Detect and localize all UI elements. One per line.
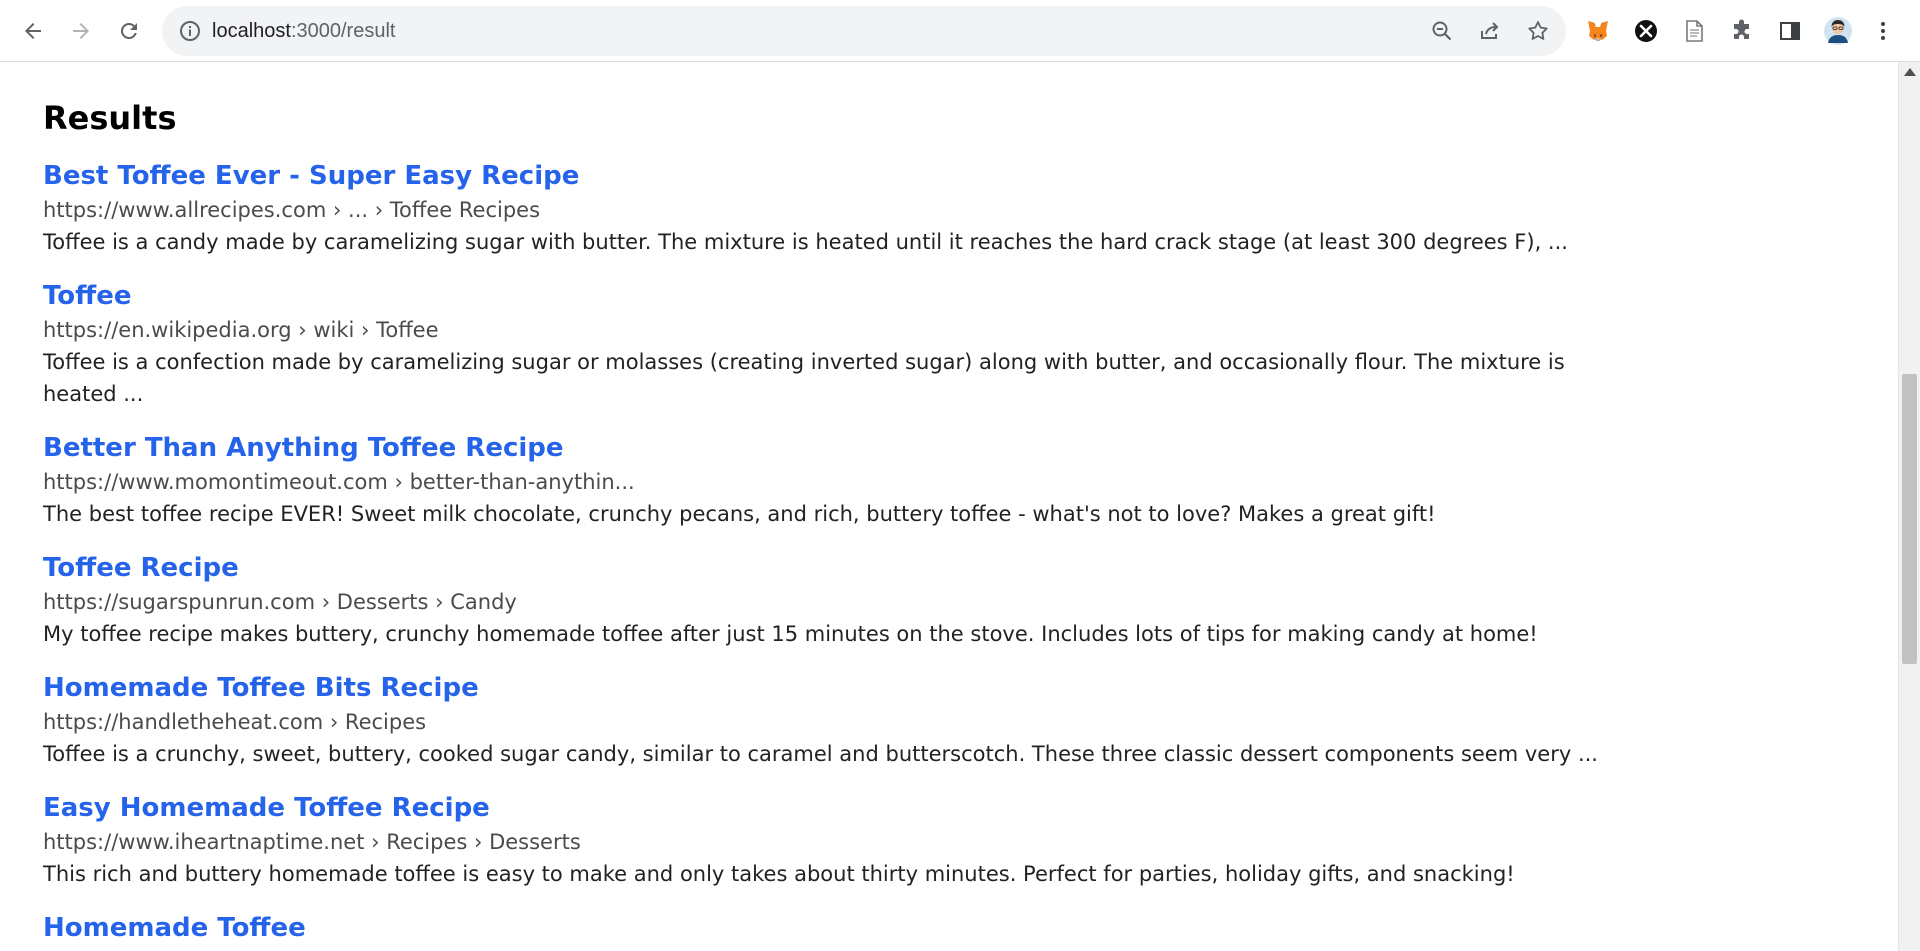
search-result: Easy Homemade Toffee Recipe https://www.i… <box>43 792 1603 890</box>
result-snippet: This rich and buttery homemade toffee is… <box>43 862 1515 886</box>
share-button[interactable] <box>1474 15 1506 47</box>
extensions-button[interactable] <box>1724 13 1760 49</box>
document-extension-icon <box>1686 20 1703 42</box>
result-snippet: Toffee is a confection made by carameliz… <box>43 350 1565 406</box>
vertical-scrollbar[interactable] <box>1898 62 1920 951</box>
result-snippet: Toffee is a candy made by caramelizing s… <box>43 230 1568 254</box>
result-title-link[interactable]: Toffee Recipe <box>43 552 1603 584</box>
more-menu-icon <box>1881 22 1885 40</box>
document-extension[interactable] <box>1676 13 1712 49</box>
url-path: :3000/result <box>290 20 396 42</box>
page-title: Results <box>43 99 177 137</box>
scroll-thumb[interactable] <box>1902 374 1917 664</box>
result-url: https://www.allrecipes.com › ... › Toffe… <box>43 198 541 222</box>
result-title-link[interactable]: Homemade Toffee <box>43 912 1603 944</box>
arrow-left-icon <box>25 23 41 39</box>
zoom-button[interactable] <box>1426 15 1458 47</box>
search-result: Best Toffee Ever - Super Easy Recipe http… <box>43 160 1603 258</box>
x-extension-icon <box>1635 20 1657 42</box>
result-url: https://handletheheat.com › Recipes <box>43 710 427 734</box>
search-result: Better Than Anything Toffee Recipe https:… <box>43 432 1603 530</box>
search-result: Homemade Toffee Bits Recipe https://handl… <box>43 672 1603 770</box>
more-menu-button[interactable] <box>1868 13 1898 49</box>
result-url: https://www.momontimeout.com › better-th… <box>43 470 635 494</box>
back-button[interactable] <box>14 12 52 50</box>
zoom-out-icon <box>1432 21 1452 41</box>
result-snippet: Toffee is a crunchy, sweet, buttery, coo… <box>43 742 1598 766</box>
result-snippet: The best toffee recipe EVER! Sweet milk … <box>43 502 1436 526</box>
result-url: https://www.iheartnaptime.net › Recipes … <box>43 830 581 854</box>
results-list: Best Toffee Ever - Super Easy Recipe http… <box>43 160 1603 944</box>
profile-avatar <box>1824 17 1852 45</box>
page-viewport: Results Best Toffee Ever - Super Easy Re… <box>0 62 1898 951</box>
side-panel-icon <box>1780 22 1800 40</box>
result-title-link[interactable]: Easy Homemade Toffee Recipe <box>43 792 1603 824</box>
result-snippet: My toffee recipe makes buttery, crunchy … <box>43 622 1538 646</box>
url-text[interactable]: localhost:3000/result <box>212 6 395 56</box>
result-url: https://sugarspunrun.com › Desserts › Ca… <box>43 590 517 614</box>
reload-icon <box>120 22 137 39</box>
search-result: Homemade Toffee <box>43 912 1603 944</box>
result-title-link[interactable]: Homemade Toffee Bits Recipe <box>43 672 1603 704</box>
arrow-right-icon <box>73 23 89 39</box>
metamask-fox-icon <box>1588 21 1608 41</box>
result-title-link[interactable]: Toffee <box>43 280 1603 312</box>
browser-toolbar: localhost:3000/result <box>0 0 1920 62</box>
search-result: Toffee https://en.wikipedia.org › wiki › … <box>43 280 1603 410</box>
reload-button[interactable] <box>110 12 148 50</box>
x-extension[interactable] <box>1628 13 1664 49</box>
results-page: Results Best Toffee Ever - Super Easy Re… <box>43 98 1603 951</box>
address-bar[interactable]: localhost:3000/result <box>162 6 1566 56</box>
scroll-up-arrow-icon[interactable] <box>1904 68 1916 76</box>
metamask-extension[interactable] <box>1580 13 1616 49</box>
puzzle-extensions-icon <box>1734 19 1749 39</box>
result-url: https://en.wikipedia.org › wiki › Toffee <box>43 318 439 342</box>
url-host: localhost <box>212 20 291 42</box>
result-title-link[interactable]: Best Toffee Ever - Super Easy Recipe <box>43 160 1603 192</box>
forward-button[interactable] <box>62 12 100 50</box>
bookmark-button[interactable] <box>1522 15 1554 47</box>
search-result: Toffee Recipe https://sugarspunrun.com › … <box>43 552 1603 650</box>
star-icon <box>1528 21 1548 40</box>
side-panel-button[interactable] <box>1772 13 1808 49</box>
info-icon[interactable] <box>178 19 202 43</box>
result-title-link[interactable]: Better Than Anything Toffee Recipe <box>43 432 1603 464</box>
profile-button[interactable] <box>1820 13 1856 49</box>
share-icon <box>1481 22 1499 39</box>
